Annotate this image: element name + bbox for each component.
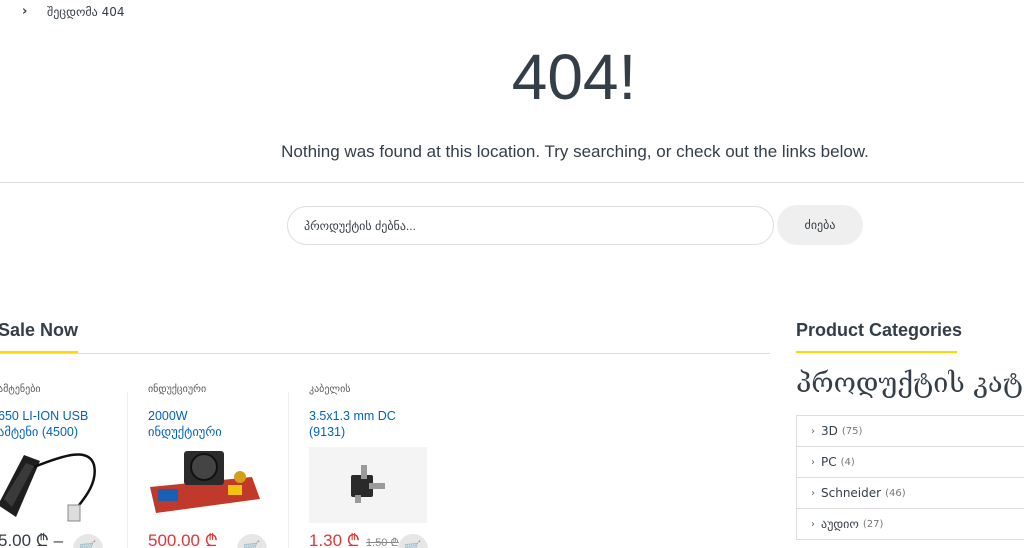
category-label: PC <box>821 455 837 469</box>
product-price: 500.00 ₾ <box>148 531 218 548</box>
sale-divider <box>0 353 770 354</box>
category-item-3d[interactable]: › 3D (75) <box>796 416 1024 447</box>
product-search-input[interactable] <box>287 206 774 245</box>
category-count: (75) <box>841 425 863 437</box>
breadcrumb-separator-icon: › <box>22 4 28 19</box>
category-label: აუდიო <box>821 517 859 531</box>
product-category-link[interactable]: კაბელის <box>309 384 350 395</box>
categories-heading: პროდუქტის კატ <box>796 368 1023 399</box>
chevron-right-icon: › <box>811 425 815 437</box>
product-name-link[interactable]: 650 LI-ION USB ამტენი (4500) <box>0 408 88 440</box>
product-categories-title: Product Categories <box>796 320 963 340</box>
breadcrumb-current: შეცდომა 404 <box>47 5 125 19</box>
product-name-line2: ამტენი (4500) <box>0 425 79 439</box>
divider <box>0 182 1024 183</box>
product-price: 1.30 ₾ 1.50 ₾ <box>309 528 399 548</box>
category-item-schneider[interactable]: › Schneider (46) <box>796 478 1024 509</box>
product-card[interactable]: კაბელის 3.5x1.3 mm DC (9131) 1.30 ₾ 1.50 … <box>309 384 439 548</box>
product-old-price: 1.50 ₾ <box>365 537 399 548</box>
add-to-cart-icon[interactable]: 🛒 <box>237 534 267 548</box>
product-category-link[interactable]: ინდუქციური <box>148 384 206 395</box>
product-name-line1: 2000W <box>148 409 188 423</box>
product-name-line2: ინდუქტიური <box>148 425 222 439</box>
error-message: Nothing was found at this location. Try … <box>281 142 869 161</box>
product-name-line1: 3.5x1.3 mm DC <box>309 409 396 423</box>
categories-title-underline <box>796 351 957 353</box>
category-item-audio[interactable]: › აუდიო (27) <box>796 509 1024 540</box>
category-count: (4) <box>840 456 855 468</box>
category-label: Schneider <box>821 486 882 500</box>
chevron-right-icon: › <box>811 487 815 499</box>
product-price: 5.00 ₾ – <box>0 531 64 548</box>
add-to-cart-icon[interactable]: 🛒 <box>398 534 428 548</box>
product-card[interactable]: ამტენები 650 LI-ION USB ამტენი (4500) 5.… <box>0 384 118 548</box>
product-name-line2: (9131) <box>309 425 346 439</box>
product-card[interactable]: ინდუქციური 2000W ინდუქტიური 500.00 ₾ 🛒 <box>144 384 283 548</box>
category-label: 3D <box>821 424 838 438</box>
product-image-battery-charger[interactable] <box>0 447 112 523</box>
product-name-link[interactable]: 3.5x1.3 mm DC (9131) <box>309 408 396 440</box>
product-name-line1: 650 LI-ION USB <box>0 409 89 423</box>
card-separator <box>127 392 128 548</box>
sale-now-title: Sale Now <box>0 320 79 340</box>
card-separator <box>288 392 289 548</box>
product-image-dc-connector[interactable] <box>309 447 427 523</box>
chevron-right-icon: › <box>811 456 815 468</box>
error-title: 404! <box>511 41 637 113</box>
category-item-pc[interactable]: › PC (4) <box>796 447 1024 478</box>
product-image-induction-heater[interactable] <box>144 447 262 523</box>
product-sale-price: 1.30 ₾ <box>309 531 360 548</box>
add-to-cart-icon[interactable]: 🛒 <box>73 534 103 548</box>
product-name-link[interactable]: 2000W ინდუქტიური <box>148 408 222 440</box>
chevron-right-icon: › <box>811 518 815 530</box>
category-count: (27) <box>862 518 884 530</box>
sale-title-underline <box>0 351 78 353</box>
product-category-link[interactable]: ამტენები <box>0 384 41 395</box>
search-button[interactable]: ძიება <box>777 205 863 245</box>
category-list: › 3D (75) › PC (4) › Schneider (46) › აუ… <box>796 415 1024 540</box>
category-count: (46) <box>885 487 906 499</box>
